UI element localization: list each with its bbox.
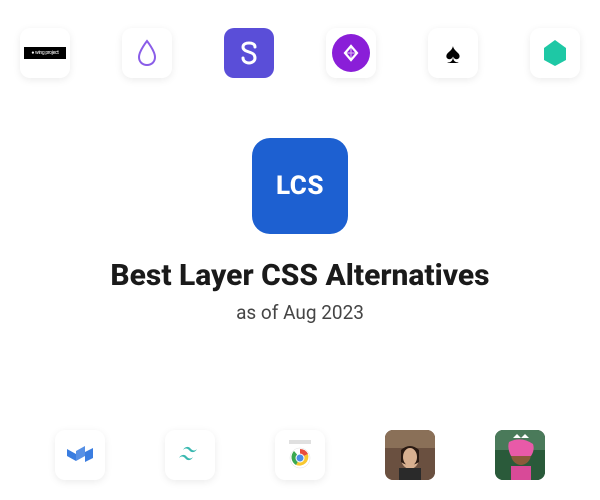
app-card-wing[interactable] <box>20 28 70 78</box>
diamond-circle-icon <box>332 34 370 72</box>
bottom-app-row <box>0 430 600 500</box>
app-card-s[interactable] <box>224 28 274 78</box>
main-logo-text: LCS <box>276 171 324 201</box>
page-title: Best Layer CSS Alternatives <box>110 258 489 293</box>
drop-icon <box>136 39 158 67</box>
app-card-diamond[interactable] <box>326 28 376 78</box>
teal-shape-icon <box>540 38 570 68</box>
spade-icon: ♠ <box>446 37 461 70</box>
app-card-teal[interactable] <box>530 28 580 78</box>
chrome-icon <box>286 438 314 472</box>
center-section: LCS Best Layer CSS Alternatives as of Au… <box>0 138 600 324</box>
app-card-tailwind[interactable] <box>165 430 215 480</box>
s-icon <box>236 40 262 66</box>
wing-project-icon <box>24 47 66 59</box>
app-card-chrome[interactable] <box>275 430 325 480</box>
main-logo[interactable]: LCS <box>252 138 348 234</box>
tailwind-icon <box>175 446 205 464</box>
avatar-person-2[interactable] <box>495 430 545 480</box>
app-card-drop[interactable] <box>122 28 172 78</box>
page-subtitle: as of Aug 2023 <box>236 301 364 324</box>
top-app-row: ♠ <box>0 0 600 78</box>
app-card-mui[interactable] <box>55 430 105 480</box>
app-card-spade[interactable]: ♠ <box>428 28 478 78</box>
mui-icon <box>66 444 94 466</box>
avatar-person-1[interactable] <box>385 430 435 480</box>
avatar-1-image <box>385 430 435 480</box>
avatar-2-image <box>495 430 545 480</box>
